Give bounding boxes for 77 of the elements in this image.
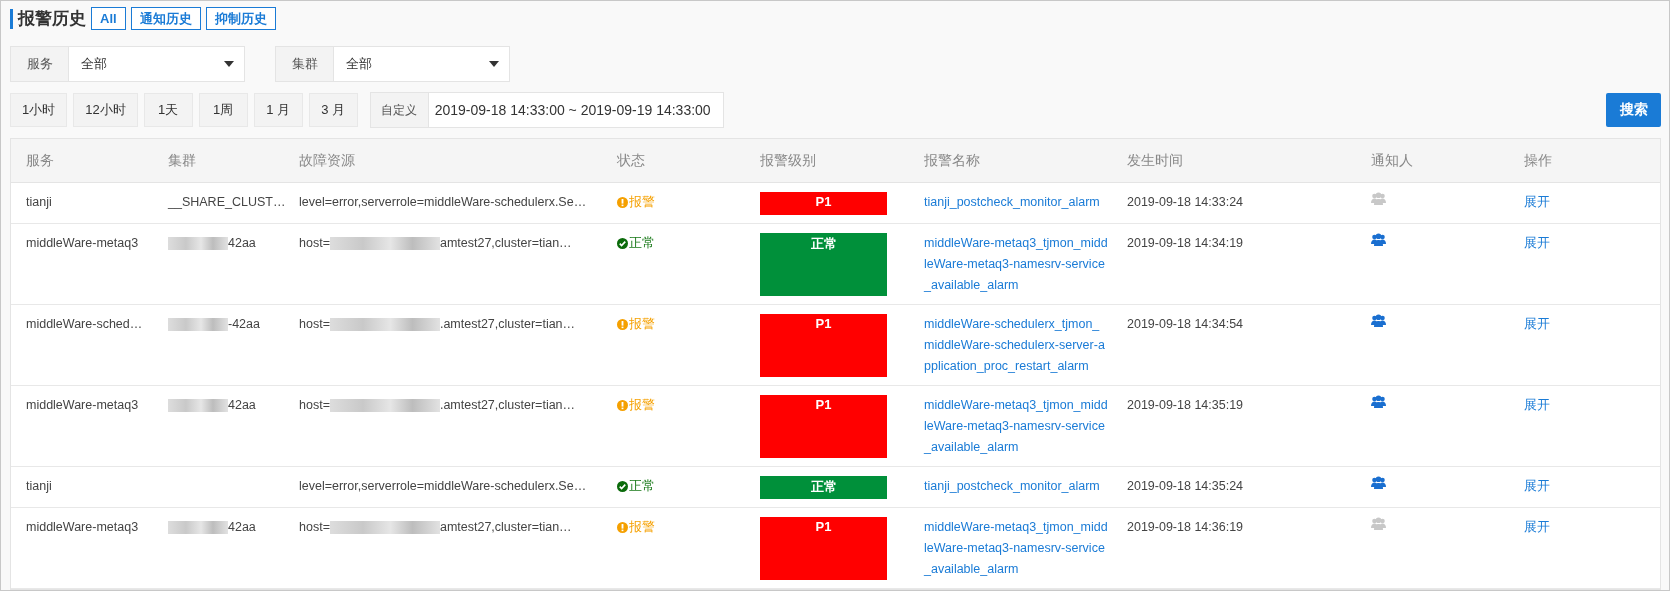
time-text: 2019-09-18 14:33:24 <box>1127 195 1244 209</box>
time-text: 2019-09-18 14:36:19 <box>1127 520 1244 534</box>
time-text: 2019-09-18 14:35:19 <box>1127 398 1244 412</box>
range-button[interactable]: 12小时 <box>73 93 138 127</box>
status-text: 报警 <box>629 397 655 414</box>
alarm-name-link[interactable]: middleWare-metaq3_tjmon_middleWare-metaq3-namesrv-service_available_alarm <box>924 233 1108 296</box>
level-badge: P1 <box>760 314 887 377</box>
range-button[interactable]: 1周 <box>198 93 248 127</box>
filter-label: 集群 <box>276 47 334 81</box>
level-badge: P1 <box>760 395 887 458</box>
history-tab[interactable]: All <box>91 7 126 30</box>
service-text: middleWare-metaq3 <box>26 520 139 534</box>
filter-label: 服务 <box>11 47 69 81</box>
service-text: middleWare-sched… <box>26 317 143 331</box>
column-header: 状态 <box>602 139 745 183</box>
range-button[interactable]: 1 月 <box>253 93 303 127</box>
alarm-name-link[interactable]: tianji_postcheck_monitor_alarm <box>924 476 1108 497</box>
service-text: tianji <box>26 479 52 493</box>
resource-text: host= <box>299 520 330 534</box>
level-badge: P1 <box>760 192 887 215</box>
resource-text: amtest27,cluster=tian… <box>439 236 572 250</box>
time-text: 2019-09-18 14:35:24 <box>1127 479 1244 493</box>
column-header: 故障资源 <box>284 139 602 183</box>
resource-text: host= <box>299 398 330 412</box>
expand-link[interactable]: 展开 <box>1524 317 1550 331</box>
cluster-text: __SHARE_CLUST… <box>168 195 284 209</box>
level-badge: 正常 <box>760 233 887 296</box>
level-badge: P1 <box>760 517 887 580</box>
resource-text: host= <box>299 236 330 250</box>
history-tab[interactable]: 通知历史 <box>130 7 201 30</box>
resource-text: host= <box>299 317 330 331</box>
page-title: 报警历史 <box>10 8 86 29</box>
expand-link[interactable]: 展开 <box>1524 520 1550 534</box>
cluster-text: -42aa <box>228 317 260 331</box>
filter-select[interactable]: 服务 全部 <box>10 46 245 82</box>
service-text: middleWare-metaq3 <box>26 398 139 412</box>
cluster-text: 42aa <box>228 398 256 412</box>
filter-value: 全部 <box>80 55 108 73</box>
resource-text: .amtest27,cluster=tian… <box>439 317 576 331</box>
alarm-name-link[interactable]: tianji_postcheck_monitor_alarm <box>924 192 1108 213</box>
expand-link[interactable]: 展开 <box>1524 195 1550 209</box>
resource-text: .amtest27,cluster=tian… <box>439 398 576 412</box>
column-header: 集群 <box>153 139 284 183</box>
time-text: 2019-09-18 14:34:19 <box>1127 236 1244 250</box>
cluster-text: 42aa <box>228 520 256 534</box>
status-text: 报警 <box>629 194 655 211</box>
resource-text: amtest27,cluster=tian… <box>439 520 572 534</box>
column-header: 操作 <box>1509 139 1660 183</box>
status-text: 报警 <box>629 519 655 536</box>
status-text: 正常 <box>629 478 655 495</box>
cluster-text: 42aa <box>228 236 256 250</box>
alarm-name-link[interactable]: middleWare-metaq3_tjmon_middleWare-metaq3-namesrv-service_available_alarm <box>924 395 1108 458</box>
expand-link[interactable]: 展开 <box>1524 398 1550 412</box>
resource-text: level=error,serverrole=middleWare-schedulerx.Se… <box>299 479 587 493</box>
filter-value: 全部 <box>345 55 373 73</box>
column-header: 服务 <box>11 139 153 183</box>
alarm-name-link[interactable]: middleWare-schedulerx_tjmon_middleWare-schedulerx-server-application_proc_restart_alarm <box>924 314 1108 377</box>
time-text: 2019-09-18 14:34:54 <box>1127 317 1244 331</box>
level-badge: 正常 <box>760 476 887 499</box>
search-button[interactable]: 搜索 <box>1606 93 1661 127</box>
column-header: 发生时间 <box>1112 139 1356 183</box>
expand-link[interactable]: 展开 <box>1524 479 1550 493</box>
history-tab[interactable]: 抑制历史 <box>205 7 276 30</box>
column-header: 报警名称 <box>909 139 1112 183</box>
status-text: 报警 <box>629 316 655 333</box>
column-header: 报警级别 <box>745 139 909 183</box>
expand-link[interactable]: 展开 <box>1524 236 1550 250</box>
resource-text: level=error,serverrole=middleWare-schedulerx.Se… <box>299 195 587 209</box>
range-button[interactable]: 3 月 <box>308 93 358 127</box>
service-text: tianji <box>26 195 52 209</box>
range-button[interactable]: 1小时 <box>10 93 68 127</box>
service-text: middleWare-metaq3 <box>26 236 139 250</box>
alarm-name-link[interactable]: middleWare-metaq3_tjmon_middleWare-metaq3-namesrv-service_available_alarm <box>924 517 1108 580</box>
status-text: 正常 <box>629 235 655 252</box>
filter-select[interactable]: 集群 全部 <box>275 46 510 82</box>
column-header: 通知人 <box>1356 139 1509 183</box>
range-button[interactable]: 1天 <box>143 93 193 127</box>
